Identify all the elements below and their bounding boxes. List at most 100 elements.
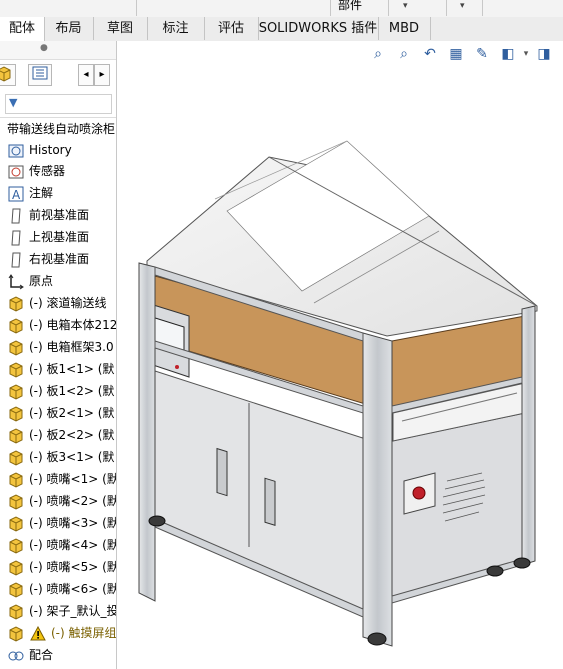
tree-item-component[interactable]: (-) 板1<1> (默 bbox=[0, 359, 116, 380]
chevron-down-icon[interactable]: ▾ bbox=[403, 1, 408, 11]
component-icon bbox=[8, 384, 24, 400]
tree-item-label: 上视基准面 bbox=[29, 230, 90, 244]
tree-root-label: 带输送线自动喷涂柜 bbox=[7, 122, 116, 136]
property-manager-tab-icon[interactable] bbox=[28, 64, 52, 86]
tree-item-component[interactable]: (-) 电箱框架3.0 bbox=[0, 337, 116, 358]
tree-item-right-plane[interactable]: 右视基准面 bbox=[0, 249, 116, 270]
tree-item-label: (-) 喷嘴<1> (默 bbox=[29, 472, 117, 486]
tree-filter-input[interactable]: ▼ bbox=[5, 94, 112, 114]
tree-item-sensors[interactable]: 传感器 bbox=[0, 161, 116, 182]
tree-item-label: (-) 喷嘴<3> (默 bbox=[29, 516, 117, 530]
tree-item-label: (-) 喷嘴<6> (默 bbox=[29, 582, 117, 596]
tab-assembly[interactable]: 配体 bbox=[0, 17, 45, 41]
command-manager-tabs: 配体 布局 草图 标注 评估 SOLIDWORKS 插件 MBD bbox=[0, 17, 563, 42]
chevron-left-icon[interactable]: ◂ bbox=[78, 64, 94, 86]
tree-item-label: 前视基准面 bbox=[29, 208, 90, 222]
top-strip-label[interactable]: 部件 bbox=[338, 0, 362, 13]
mates-icon bbox=[8, 648, 24, 664]
history-icon bbox=[8, 143, 24, 159]
feature-manager-panel: ● ◂ ▸ ▼ 带输送线自动喷涂柜 History 传感器 A 注解 前视基准面… bbox=[0, 41, 117, 669]
tree-item-component[interactable]: (-) 架子_默认_投 bbox=[0, 601, 116, 622]
origin-icon bbox=[8, 274, 24, 290]
component-icon bbox=[8, 296, 24, 312]
cabinet-model[interactable] bbox=[117, 41, 563, 669]
tree-item-history[interactable]: History bbox=[0, 140, 116, 161]
chevron-right-icon[interactable]: ▸ bbox=[94, 64, 110, 86]
warning-icon bbox=[30, 625, 46, 642]
tab-markup[interactable]: 标注 bbox=[147, 17, 205, 40]
svg-text:A: A bbox=[12, 188, 21, 202]
component-icon bbox=[8, 538, 24, 554]
tab-solidworks-addins[interactable]: SOLIDWORKS 插件 bbox=[258, 17, 379, 40]
tree-item-component[interactable]: (-) 板2<1> (默 bbox=[0, 403, 116, 424]
tree-item-top-plane[interactable]: 上视基准面 bbox=[0, 227, 116, 248]
tree-item-origin[interactable]: 原点 bbox=[0, 271, 116, 292]
component-icon bbox=[8, 362, 24, 378]
panel-tab-icons: ◂ ▸ bbox=[0, 61, 116, 87]
tree-item-annotations[interactable]: A 注解 bbox=[0, 183, 116, 204]
tree-item-label: (-) 喷嘴<5> (默 bbox=[29, 560, 117, 574]
tree-root[interactable]: 带输送线自动喷涂柜 bbox=[0, 119, 116, 140]
plane-icon bbox=[8, 230, 24, 246]
tab-layout[interactable]: 布局 bbox=[44, 17, 94, 40]
tab-evaluate[interactable]: 评估 bbox=[204, 17, 259, 40]
graphics-area[interactable]: ⌕ ⌕ ↶ ▦ ✎ ◧ ▾ ◨ bbox=[117, 41, 563, 669]
component-icon bbox=[8, 340, 24, 356]
tree-item-label: 原点 bbox=[29, 274, 54, 288]
tree-item-label: (-) 架子_默认_投 bbox=[29, 604, 117, 618]
tree-item-component[interactable]: (-) 喷嘴<5> (默 bbox=[0, 557, 116, 578]
component-icon bbox=[8, 560, 24, 576]
top-strip-divider bbox=[330, 0, 331, 16]
component-icon bbox=[8, 318, 24, 334]
tab-mbd[interactable]: MBD bbox=[378, 17, 431, 40]
feature-tree-tab-icon[interactable] bbox=[0, 64, 16, 86]
component-icon bbox=[8, 406, 24, 422]
tree-item-label: History bbox=[29, 143, 72, 157]
tree-item-label: (-) 板2<1> (默 bbox=[29, 406, 115, 420]
tree-item-label: (-) 板2<2> (默 bbox=[29, 428, 115, 442]
tree-item-component[interactable]: (-) 喷嘴<4> (默 bbox=[0, 535, 116, 556]
tree-item-front-plane[interactable]: 前视基准面 bbox=[0, 205, 116, 226]
panel-collapse-bar[interactable]: ● bbox=[0, 41, 116, 60]
tree-item-component[interactable]: (-) 滚道输送线 bbox=[0, 293, 116, 314]
tree-item-component[interactable]: (-) 喷嘴<1> (默 bbox=[0, 469, 116, 490]
tab-sketch[interactable]: 草图 bbox=[93, 17, 148, 40]
tree-item-label: (-) 板1<2> (默 bbox=[29, 384, 115, 398]
tree-item-component[interactable]: (-) 喷嘴<3> (默 bbox=[0, 513, 116, 534]
component-icon bbox=[8, 626, 24, 642]
tree-item-component[interactable]: (-) 板2<2> (默 bbox=[0, 425, 116, 446]
plane-icon bbox=[8, 208, 24, 224]
tree-item-component[interactable]: (-) 喷嘴<2> (默 bbox=[0, 491, 116, 512]
sensor-icon bbox=[8, 164, 24, 180]
top-strip: 部件 ▾ ▾ bbox=[0, 0, 563, 18]
chevron-down-icon[interactable]: ▾ bbox=[460, 1, 465, 11]
filter-icon[interactable]: ▼ bbox=[9, 96, 17, 109]
tree-item-label: (-) 滚道输送线 bbox=[29, 296, 107, 310]
component-icon bbox=[8, 582, 24, 598]
tree-item-mates[interactable]: 配合 bbox=[0, 645, 116, 666]
tree-item-component[interactable]: (-) 电箱本体212 bbox=[0, 315, 116, 336]
top-strip-divider bbox=[388, 0, 389, 16]
tree-item-component[interactable]: (-) 板3<1> (默 bbox=[0, 447, 116, 468]
component-icon bbox=[8, 472, 24, 488]
tree-item-component[interactable]: (-) 板1<2> (默 bbox=[0, 381, 116, 402]
component-icon bbox=[8, 450, 24, 466]
collapse-dot-icon[interactable]: ● bbox=[40, 43, 48, 53]
tree-item-label: (-) 喷嘴<2> (默 bbox=[29, 494, 117, 508]
annotation-icon: A bbox=[8, 186, 24, 202]
tree-item-label: (-) 板3<1> (默 bbox=[29, 450, 115, 464]
tree-item-label: (-) 板1<1> (默 bbox=[29, 362, 115, 376]
top-strip-divider bbox=[482, 0, 483, 16]
component-icon bbox=[8, 428, 24, 444]
tree-item-component[interactable]: (-) 喷嘴<6> (默 bbox=[0, 579, 116, 600]
tree-item-label: 右视基准面 bbox=[29, 252, 90, 266]
tree-item-label: 注解 bbox=[29, 186, 54, 200]
component-icon bbox=[8, 604, 24, 620]
filter-row: ▼ bbox=[0, 91, 116, 118]
tree-item-label: (-) 喷嘴<4> (默 bbox=[29, 538, 117, 552]
plane-icon bbox=[8, 252, 24, 268]
tree-item-component-warning[interactable]: (-) 触摸屏组 bbox=[0, 623, 116, 644]
component-icon bbox=[8, 516, 24, 532]
tree-item-label: 传感器 bbox=[29, 164, 66, 178]
tree-item-label: (-) 触摸屏组 bbox=[51, 626, 117, 640]
